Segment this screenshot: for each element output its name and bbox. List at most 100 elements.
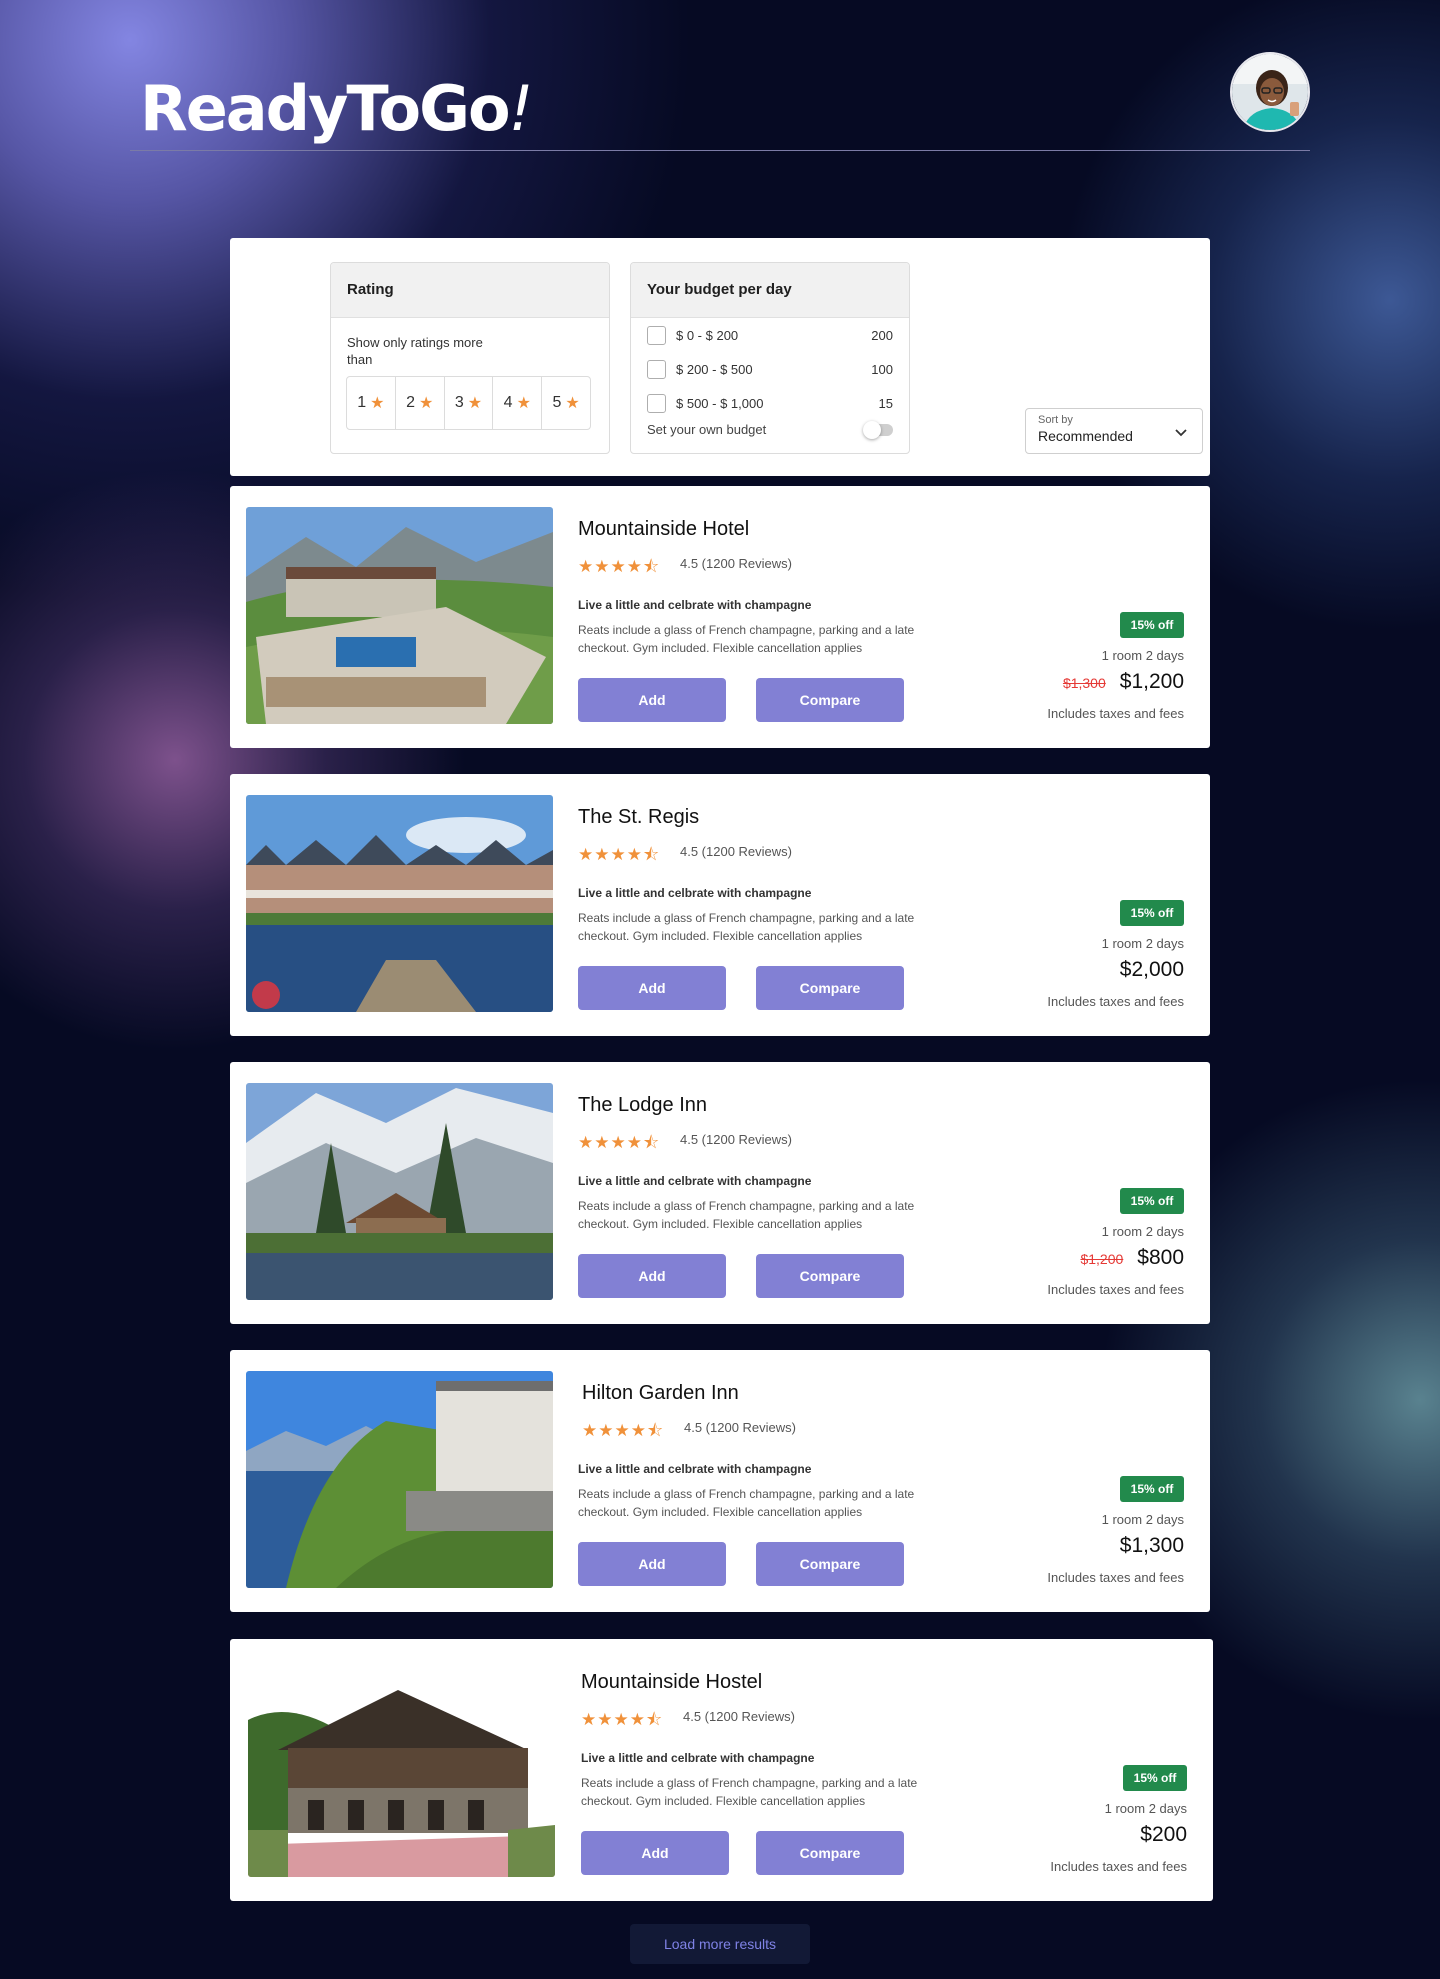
taxes-note: Includes taxes and fees	[1050, 1859, 1187, 1874]
compare-button[interactable]: Compare	[756, 1831, 904, 1875]
budget-range-label: $ 500 - $ 1,000	[676, 395, 764, 411]
price: $200	[1140, 1823, 1187, 1846]
price-group: $2,000	[1106, 958, 1184, 982]
rating-option-4[interactable]: 4 ★	[493, 377, 543, 429]
compare-button[interactable]: Compare	[756, 1542, 904, 1586]
discount-badge: 15% off	[1120, 900, 1184, 926]
rating-filter: Rating Show only ratings more than 1 ★ 2 ★…	[330, 262, 610, 454]
hotel-name[interactable]: The Lodge Inn	[578, 1094, 707, 1117]
budget-range-count: 15	[878, 395, 893, 411]
own-budget-label: Set your own budget	[647, 422, 767, 437]
sort-dropdown[interactable]: Sort by Recommended	[1025, 408, 1203, 454]
budget-option[interactable]: $ 200 - $ 500 100	[631, 352, 909, 386]
rating-option-5[interactable]: 5 ★	[542, 377, 590, 429]
star-icon: ★	[516, 395, 531, 412]
taxes-note: Includes taxes and fees	[1047, 1570, 1184, 1585]
hotel-card: Hilton Garden Inn ★★★★⯪ 4.5 (1200 Review…	[230, 1350, 1210, 1612]
review-count[interactable]: 4.5 (1200 Reviews)	[680, 1132, 792, 1147]
hotel-name[interactable]: Mountainside Hotel	[578, 518, 749, 541]
discount-badge: 15% off	[1120, 1188, 1184, 1214]
budget-filter-title: Your budget per day	[631, 263, 909, 318]
price-group: $200	[1126, 1823, 1187, 1847]
old-price: $1,200	[1080, 1251, 1124, 1267]
price: $1,200	[1119, 670, 1184, 693]
budget-range-label: $ 200 - $ 500	[676, 361, 753, 377]
sort-value: Recommended	[1038, 428, 1133, 444]
hotel-tagline: Live a little and celbrate with champagn…	[578, 1174, 812, 1188]
star-icon: ★	[418, 395, 434, 412]
user-avatar[interactable]	[1230, 52, 1310, 132]
review-count[interactable]: 4.5 (1200 Reviews)	[680, 556, 792, 571]
rating-option-3[interactable]: 3 ★	[445, 377, 494, 429]
hotel-name[interactable]: Hilton Garden Inn	[582, 1382, 739, 1405]
hotel-tagline: Live a little and celbrate with champagn…	[578, 1462, 812, 1476]
hotel-tagline: Live a little and celbrate with champagn…	[581, 1751, 815, 1765]
hotel-description: Reats include a glass of French champagn…	[578, 623, 915, 655]
add-button[interactable]: Add	[578, 678, 726, 722]
review-count[interactable]: 4.5 (1200 Reviews)	[684, 1420, 796, 1435]
price-group: $1,300	[1106, 1534, 1184, 1558]
compare-button[interactable]: Compare	[756, 1254, 904, 1298]
add-button[interactable]: Add	[581, 1831, 729, 1875]
budget-range-count: 100	[871, 361, 893, 377]
filter-panel: Rating Show only ratings more than 1 ★ 2 ★…	[230, 238, 1210, 476]
hotel-photo[interactable]	[246, 795, 553, 1012]
budget-option[interactable]: $ 500 - $ 1,000 15	[631, 386, 909, 420]
rating-filter-note: Show only ratings more than	[347, 335, 483, 367]
discount-badge: 15% off	[1120, 612, 1184, 638]
hotel-description: Reats include a glass of French champagn…	[578, 911, 915, 943]
room-info: 1 room 2 days	[1101, 1512, 1184, 1527]
add-button[interactable]: Add	[578, 1254, 726, 1298]
budget-checkbox[interactable]	[647, 325, 666, 345]
hotel-photo[interactable]	[246, 1083, 553, 1300]
rating-option-2[interactable]: 2 ★	[396, 377, 445, 429]
hotel-tagline: Live a little and celbrate with champagn…	[578, 886, 812, 900]
hotel-description: Reats include a glass of French champagn…	[581, 1776, 918, 1808]
hotel-card: Mountainside Hostel ★★★★⯪ 4.5 (1200 Revi…	[230, 1639, 1213, 1901]
hotel-photo[interactable]	[248, 1660, 555, 1877]
hotel-name[interactable]: The St. Regis	[578, 806, 699, 829]
budget-option[interactable]: $ 0 - $ 200 200	[631, 318, 909, 352]
budget-range-count: 200	[871, 327, 893, 343]
price: $2,000	[1119, 958, 1184, 981]
hotel-tagline: Live a little and celbrate with champagn…	[578, 598, 812, 612]
rating-option-1[interactable]: 1 ★	[347, 377, 396, 429]
price-group: $1,200 $800	[1080, 1246, 1184, 1270]
room-info: 1 room 2 days	[1104, 1801, 1187, 1816]
sort-label: Sort by	[1038, 414, 1073, 426]
hotel-name[interactable]: Mountainside Hostel	[581, 1671, 762, 1694]
chevron-down-icon	[1174, 425, 1188, 441]
hotel-card: The Lodge Inn ★★★★⯪ 4.5 (1200 Reviews) L…	[230, 1062, 1210, 1324]
add-button[interactable]: Add	[578, 966, 726, 1010]
review-count[interactable]: 4.5 (1200 Reviews)	[680, 844, 792, 859]
own-budget-toggle[interactable]	[863, 420, 893, 439]
budget-filter: Your budget per day $ 0 - $ 200 200 $ 20…	[630, 262, 910, 454]
app-logo[interactable]: ReadyToGo!	[140, 72, 533, 145]
star-rating-icon: ★★★★⯪	[578, 1133, 661, 1152]
taxes-note: Includes taxes and fees	[1047, 994, 1184, 1009]
price: $1,300	[1119, 1534, 1184, 1557]
rating-options: 1 ★ 2 ★ 3 ★ 4 ★ 5 ★	[346, 376, 591, 430]
load-more-button[interactable]: Load more results	[630, 1924, 810, 1964]
hotel-photo[interactable]	[246, 507, 553, 724]
price-group: $1,300 $1,200	[1063, 670, 1184, 694]
room-info: 1 room 2 days	[1101, 936, 1184, 951]
budget-checkbox[interactable]	[647, 359, 666, 379]
taxes-note: Includes taxes and fees	[1047, 1282, 1184, 1297]
room-info: 1 room 2 days	[1101, 648, 1184, 663]
hotel-photo[interactable]	[246, 1371, 553, 1588]
compare-button[interactable]: Compare	[756, 966, 904, 1010]
review-count[interactable]: 4.5 (1200 Reviews)	[683, 1709, 795, 1724]
star-rating-icon: ★★★★⯪	[578, 845, 661, 864]
budget-checkbox[interactable]	[647, 393, 666, 413]
hotel-description: Reats include a glass of French champagn…	[578, 1487, 915, 1519]
add-button[interactable]: Add	[578, 1542, 726, 1586]
old-price: $1,300	[1062, 675, 1106, 691]
hotel-description: Reats include a glass of French champagn…	[578, 1199, 915, 1231]
header-divider	[130, 150, 1310, 151]
compare-button[interactable]: Compare	[756, 678, 904, 722]
star-icon: ★	[370, 395, 385, 412]
room-info: 1 room 2 days	[1101, 1224, 1184, 1239]
budget-range-label: $ 0 - $ 200	[676, 327, 739, 343]
discount-badge: 15% off	[1120, 1476, 1184, 1502]
